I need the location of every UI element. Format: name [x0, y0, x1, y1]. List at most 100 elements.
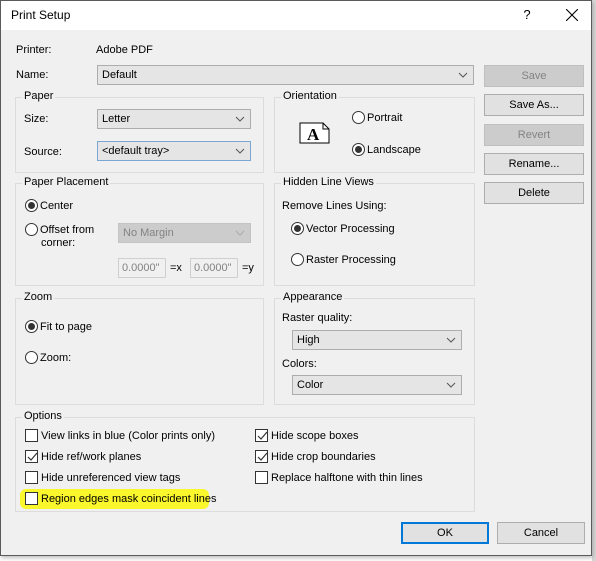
region-edges-mask-checkbox[interactable]: Region edges mask coincident lines — [25, 492, 217, 505]
help-button[interactable]: ? — [515, 5, 539, 25]
chevron-down-icon — [458, 72, 468, 78]
margin-dropdown[interactable]: No Margin — [118, 223, 251, 243]
raster-processing-label: Raster Processing — [306, 253, 396, 266]
landscape-radio[interactable]: Landscape — [352, 143, 421, 156]
close-button[interactable] — [557, 3, 587, 27]
save-as-button[interactable]: Save As... — [484, 94, 584, 116]
revert-button[interactable]: Revert — [484, 124, 584, 146]
paper-group-title: Paper — [22, 90, 56, 102]
hide-unreferenced-view-tags-checkbox[interactable]: Hide unreferenced view tags — [25, 471, 180, 484]
checkbox-label: Hide crop boundaries — [271, 450, 376, 463]
name-dropdown[interactable]: Default — [97, 65, 474, 85]
checkbox-label: Replace halftone with thin lines — [271, 471, 423, 484]
checkbox-box — [25, 450, 38, 463]
offset-radio[interactable]: Offset from — [25, 223, 94, 236]
center-radio-circle — [25, 199, 38, 212]
chevron-down-icon — [446, 337, 456, 343]
hide-crop-boundaries-checkbox[interactable]: Hide crop boundaries — [255, 450, 376, 463]
size-dropdown-value: Letter — [102, 113, 131, 125]
svg-text:A: A — [307, 125, 320, 144]
vector-radio-circle — [291, 222, 304, 235]
offset-label: Offset from — [40, 223, 95, 236]
colors-label: Colors: — [282, 358, 317, 370]
fit-radio-circle — [25, 320, 38, 333]
landscape-label: Landscape — [367, 143, 421, 156]
offset-x-input[interactable]: 0.0000" — [118, 258, 166, 278]
printer-label: Printer: — [16, 44, 52, 56]
replace-halftone-checkbox[interactable]: Replace halftone with thin lines — [255, 471, 423, 484]
checkbox-label: View links in blue (Color prints only) — [41, 429, 216, 442]
checkbox-label: Region edges mask coincident lines — [41, 492, 217, 505]
checkbox-label: Hide ref/work planes — [41, 450, 142, 463]
raster-quality-label: Raster quality: — [282, 312, 353, 324]
zoom-radio[interactable]: Zoom: — [25, 351, 71, 364]
margin-dropdown-value: No Margin — [123, 227, 174, 239]
title-bar: Print Setup ? — [1, 1, 591, 30]
remove-lines-label: Remove Lines Using: — [282, 200, 387, 212]
background-window-edge — [592, 0, 596, 561]
rename-button[interactable]: Rename... — [484, 153, 584, 175]
raster-quality-dropdown[interactable]: High — [292, 330, 462, 350]
chevron-down-icon — [446, 382, 456, 388]
offset-label-line2: corner: — [41, 237, 76, 249]
checkbox-label: Hide unreferenced view tags — [41, 471, 181, 484]
center-label: Center — [40, 199, 74, 212]
portrait-label: Portrait — [367, 111, 403, 124]
view-links-blue-checkbox[interactable]: View links in blue (Color prints only) — [25, 429, 215, 442]
raster-processing-radio[interactable]: Raster Processing — [291, 253, 396, 266]
close-icon — [566, 9, 578, 21]
save-button[interactable]: Save — [484, 65, 584, 87]
checkmark-icon — [257, 452, 268, 461]
portrait-radio[interactable]: Portrait — [352, 111, 402, 124]
checkbox-box — [25, 492, 38, 505]
fit-to-page-radio[interactable]: Fit to page — [25, 320, 92, 333]
chevron-down-icon — [235, 148, 245, 154]
source-label: Source: — [24, 146, 62, 158]
colors-dropdown[interactable]: Color — [292, 375, 462, 395]
name-label: Name: — [16, 69, 49, 81]
print-setup-dialog: Print Setup ? Printer: Adobe PDF Name: D… — [0, 0, 592, 556]
hide-scope-boxes-checkbox[interactable]: Hide scope boxes — [255, 429, 358, 442]
landscape-page-icon: A — [299, 122, 330, 144]
size-label: Size: — [24, 113, 49, 125]
appearance-group-title: Appearance — [281, 291, 345, 303]
chevron-down-icon — [235, 116, 245, 122]
y-label: =y — [242, 262, 254, 274]
options-group-title: Options — [22, 410, 64, 422]
vector-processing-radio[interactable]: Vector Processing — [291, 222, 395, 235]
paper-placement-group-title: Paper Placement — [22, 176, 111, 188]
delete-button[interactable]: Delete — [484, 182, 584, 204]
center-radio[interactable]: Center — [25, 199, 73, 212]
x-label: =x — [170, 262, 182, 274]
cancel-button[interactable]: Cancel — [497, 522, 585, 544]
zoom-label: Zoom: — [40, 351, 72, 364]
checkbox-label: Hide scope boxes — [271, 429, 359, 442]
portrait-radio-circle — [352, 111, 365, 124]
landscape-radio-circle — [352, 143, 365, 156]
source-dropdown[interactable]: <default tray> — [97, 141, 251, 161]
orientation-group-title: Orientation — [281, 90, 339, 102]
raster-quality-value: High — [297, 334, 320, 346]
ok-button[interactable]: OK — [401, 522, 489, 544]
source-dropdown-value: <default tray> — [102, 145, 170, 157]
printer-value: Adobe PDF — [96, 44, 153, 56]
checkbox-box — [25, 429, 38, 442]
hidden-line-views-group-title: Hidden Line Views — [281, 176, 376, 188]
raster-radio-circle — [291, 253, 304, 266]
checkbox-box — [25, 471, 38, 484]
vector-processing-label: Vector Processing — [306, 222, 395, 235]
hide-ref-work-planes-checkbox[interactable]: Hide ref/work planes — [25, 450, 141, 463]
checkmark-icon — [27, 452, 38, 461]
zoom-group-title: Zoom — [22, 291, 55, 303]
checkbox-box — [255, 471, 268, 484]
offset-radio-circle — [25, 223, 38, 236]
dialog-title: Print Setup — [11, 8, 71, 22]
size-dropdown[interactable]: Letter — [97, 109, 251, 129]
fit-to-page-label: Fit to page — [40, 320, 92, 333]
checkmark-icon — [257, 431, 268, 440]
colors-value: Color — [297, 379, 324, 391]
offset-y-input[interactable]: 0.0000" — [190, 258, 238, 278]
name-dropdown-value: Default — [102, 69, 137, 81]
zoom-radio-circle — [25, 351, 38, 364]
chevron-down-icon — [235, 230, 245, 236]
